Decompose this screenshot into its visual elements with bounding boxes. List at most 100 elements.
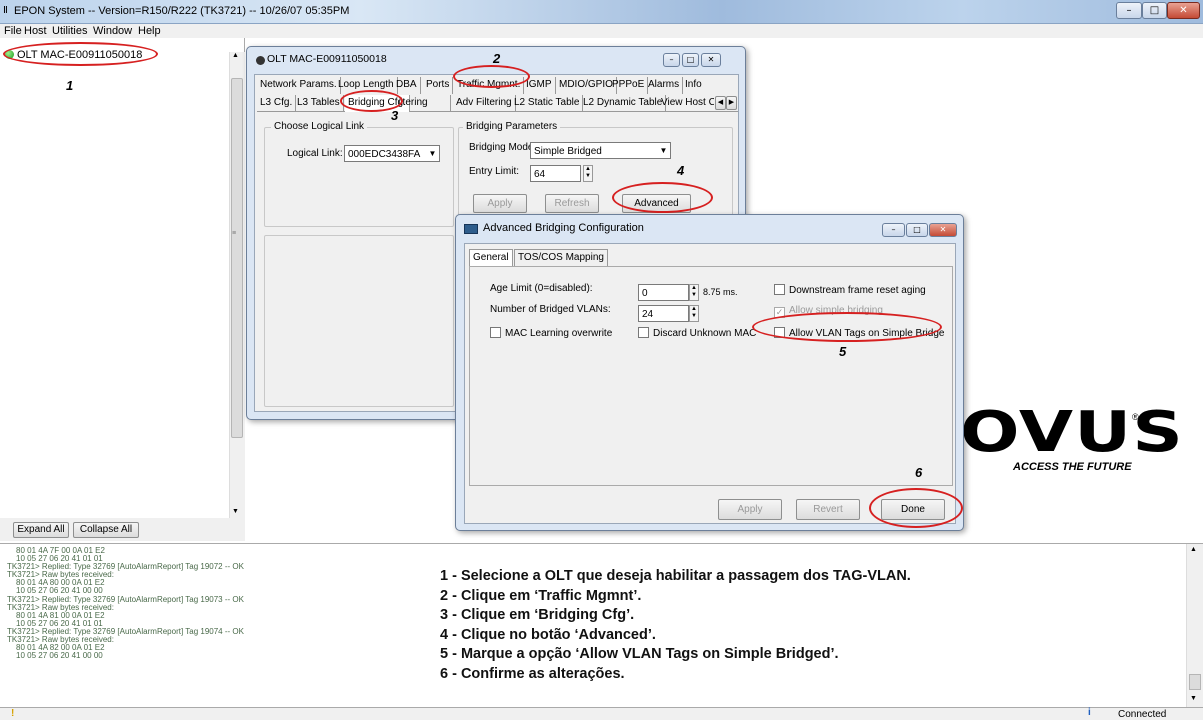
log-line: 10 05 27 06 20 41 00 00 [16, 651, 103, 661]
checkbox-checked-icon[interactable]: ✓ [774, 307, 785, 318]
close-button[interactable]: ✕ [1167, 2, 1200, 19]
tab-scroll-right-icon[interactable]: ▶ [726, 96, 737, 110]
adv-minimize-button[interactable]: – [882, 223, 905, 237]
tab-filtering[interactable]: Filtering [399, 95, 451, 112]
tab-l2-dynamic-table[interactable]: L2 Dynamic Table [580, 95, 667, 112]
annotation-number-2: 2 [493, 51, 501, 66]
allow-vlan-tags-checkbox[interactable]: Allow VLAN Tags on Simple Bridge [774, 327, 944, 339]
advanced-button[interactable]: Advanced [622, 194, 691, 213]
maximize-button[interactable]: □ [1142, 2, 1167, 19]
menu-file[interactable]: File [4, 24, 22, 38]
annotation-number-3: 3 [391, 108, 399, 123]
scroll-grip-icon: ≡ [232, 230, 237, 237]
adv-apply-button[interactable]: Apply [718, 499, 782, 520]
annotation-number-4: 4 [677, 163, 685, 178]
scroll-down-icon[interactable]: ▼ [232, 508, 239, 515]
tab-ports[interactable]: Ports [423, 77, 454, 94]
olt-minimize-button[interactable]: – [663, 53, 680, 67]
logo-registered-mark: ® [1132, 412, 1139, 422]
tree-item-olt[interactable]: OLT MAC-E00911050018 [5, 49, 142, 61]
tab-mdio-gpio[interactable]: MDIO/GPIO [556, 77, 617, 94]
annotation-number-5: 5 [839, 344, 847, 359]
menu-utilities[interactable]: Utilities [52, 24, 87, 38]
olt-maximize-button[interactable]: □ [682, 53, 699, 67]
refresh-button[interactable]: Refresh [545, 194, 599, 213]
tree-scroll-thumb[interactable] [231, 78, 243, 438]
tab-igmp[interactable]: IGMP [523, 77, 556, 94]
tab-l3-cfg[interactable]: L3 Cfg. [257, 95, 297, 112]
log-scroll-thumb[interactable] [1189, 674, 1201, 690]
olt-close-button[interactable]: ✕ [701, 53, 721, 67]
menu-bar: File Host Utilities Window Help [0, 24, 1203, 38]
tab-tos-cos-mapping[interactable]: TOS/COS Mapping [514, 249, 608, 266]
discard-unknown-mac-checkbox[interactable]: Discard Unknown MAC [638, 327, 756, 339]
age-limit-label: Age Limit (0=disabled): [490, 283, 593, 294]
checkbox-icon[interactable] [774, 284, 785, 295]
apply-button[interactable]: Apply [473, 194, 527, 213]
allow-vlan-tags-label: Allow VLAN Tags on Simple Bridge [789, 328, 945, 339]
chevron-down-icon[interactable]: ▼ [657, 143, 670, 158]
tab-scroll-left-icon[interactable]: ◀ [715, 96, 726, 110]
scroll-up-icon[interactable]: ▲ [1190, 546, 1197, 553]
age-limit-value: 0 [642, 288, 648, 299]
bridged-vlans-value: 24 [642, 309, 654, 320]
device-tree-pane: OLT MAC-E00911050018 ▲ ▼ ≡ [0, 38, 245, 541]
tab-info[interactable]: Info [682, 77, 705, 94]
adv-maximize-button[interactable]: □ [906, 223, 928, 237]
scroll-down-icon[interactable]: ▼ [1190, 695, 1197, 702]
checkbox-icon[interactable] [638, 327, 649, 338]
checkbox-icon[interactable] [774, 327, 785, 338]
downstream-aging-checkbox[interactable]: Downstream frame reset aging [774, 284, 926, 296]
tab-traffic-mgmnt[interactable]: Traffic Mgmnt. [454, 77, 525, 94]
age-limit-input[interactable]: 0 [638, 284, 689, 301]
tab-general[interactable]: General [469, 249, 513, 266]
log-scrollbar[interactable]: ▲ ▼ [1186, 544, 1203, 708]
minimize-button[interactable]: – [1116, 2, 1142, 19]
app-title-bar[interactable]: Ⅱ EPON System -- Version=R150/R222 (TK37… [0, 0, 1203, 24]
connection-status: Connected [1118, 709, 1167, 720]
bridged-vlans-spinner-icon[interactable]: ▲ ▼ [689, 305, 699, 322]
allow-simple-bridging-checkbox[interactable]: ✓ Allow simple bridging [774, 305, 883, 318]
ovus-logo: OVUS [960, 400, 1185, 465]
advanced-bridging-window: Advanced Bridging Configuration – □ ✕ Ge… [455, 214, 964, 531]
bridging-parameters-group: Bridging Parameters Bridging Mode: Simpl… [458, 121, 733, 227]
menu-window[interactable]: Window [93, 24, 132, 38]
log-pane: 80 01 4A 7F 00 0A 01 E2 10 05 27 06 20 41… [0, 543, 1203, 708]
tab-pppoe[interactable]: PPPoE [609, 77, 649, 94]
tab-view-host[interactable]: View Host C [658, 95, 714, 112]
expand-all-button[interactable]: Expand All [13, 522, 69, 538]
menu-host[interactable]: Host [24, 24, 47, 38]
log-text: 80 01 4A 7F 00 0A 01 E2 10 05 27 06 20 41… [7, 546, 437, 661]
annotation-number-6: 6 [915, 465, 923, 480]
tab-dba[interactable]: DBA [393, 77, 421, 94]
age-limit-unit: 8.75 ms. [703, 287, 738, 297]
logical-link-group: Choose Logical Link Logical Link: 000EDC… [264, 121, 454, 227]
instruction-step: 6 - Confirme as alterações. [440, 665, 625, 682]
mac-learning-checkbox[interactable]: MAC Learning overwrite [490, 327, 612, 339]
app-icon: Ⅱ [3, 5, 8, 16]
age-limit-spinner-icon[interactable]: ▲ ▼ [689, 284, 699, 301]
chevron-down-icon[interactable]: ▼ [426, 146, 439, 161]
tab-alarms[interactable]: Alarms [645, 77, 684, 94]
tab-adv-filtering[interactable]: Adv Filtering [453, 95, 516, 112]
bridging-mode-label: Bridging Mode: [469, 142, 537, 153]
bridged-vlans-input[interactable]: 24 [638, 305, 689, 322]
collapse-all-button[interactable]: Collapse All [73, 522, 139, 538]
menu-help[interactable]: Help [138, 24, 161, 38]
tab-network-params[interactable]: Network Params. [257, 77, 341, 94]
adv-close-button[interactable]: ✕ [929, 223, 957, 237]
tab-loop-length[interactable]: Loop Length [335, 77, 398, 94]
checkbox-icon[interactable] [490, 327, 501, 338]
entry-limit-value: 64 [534, 169, 546, 180]
entry-limit-input[interactable]: 64 [530, 165, 581, 182]
logical-link-group-label: Choose Logical Link [271, 121, 368, 132]
entry-limit-spinner-icon[interactable]: ▲ ▼ [583, 165, 593, 182]
scroll-up-icon[interactable]: ▲ [232, 52, 239, 59]
done-button[interactable]: Done [881, 499, 945, 520]
bridging-mode-select[interactable]: Simple Bridged [530, 142, 671, 159]
tree-item-label: OLT MAC-E00911050018 [17, 49, 143, 61]
instruction-step: 1 - Selecione a OLT que deseja habilitar… [440, 568, 911, 584]
tab-l3-tables[interactable]: L3 Tables [294, 95, 344, 112]
tab-l2-static-table[interactable]: L2 Static Table [511, 95, 584, 112]
adv-revert-button[interactable]: Revert [796, 499, 860, 520]
